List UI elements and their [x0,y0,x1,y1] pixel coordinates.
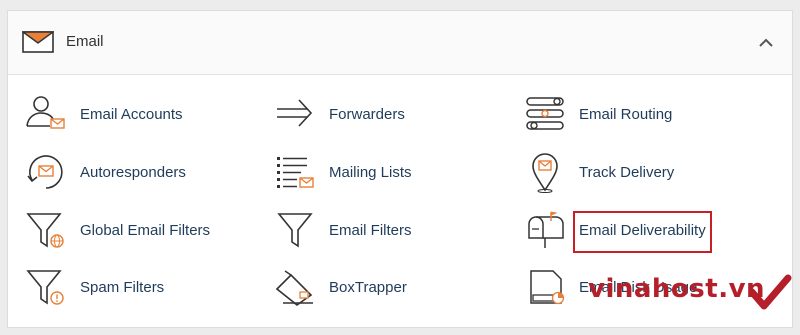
forwarders-label: Forwarders [329,105,405,123]
email-accounts-label: Email Accounts [80,105,183,123]
email-routing-link[interactable]: Email Routing [523,91,672,137]
chevron-up-icon[interactable] [756,33,776,53]
checkmark-logo-icon [748,274,792,310]
mailing-lists-icon [277,157,314,188]
boxtrapper-icon [275,270,313,307]
email-disk-usage-icon [530,270,565,305]
email-accounts-link[interactable]: Email Accounts [24,91,183,137]
section-title: Email [66,33,104,50]
email-deliverability-icon [528,211,564,248]
email-filters-link[interactable]: Email Filters [273,207,412,253]
track-delivery-link[interactable]: Track Delivery [523,149,674,195]
global-email-filters-icon [26,213,64,248]
mailing-lists-label: Mailing Lists [329,163,412,181]
autoresponders-link[interactable]: Autoresponders [24,149,186,195]
email-filters-label: Email Filters [329,221,412,239]
autoresponders-label: Autoresponders [80,163,186,181]
mailing-lists-link[interactable]: Mailing Lists [273,149,412,195]
email-filters-icon [277,213,313,248]
track-delivery-label: Track Delivery [579,163,675,181]
email-routing-label: Email Routing [579,105,673,123]
global-email-filters-label: Global Email Filters [80,221,211,239]
email-deliverability-link[interactable]: Email Deliverability [523,207,706,253]
email-section-header[interactable]: Email [8,11,792,75]
spam-filters-icon [26,270,64,305]
global-email-filters-link[interactable]: Global Email Filters [24,207,210,253]
boxtrapper-link[interactable]: BoxTrapper [273,264,407,310]
forwarders-link[interactable]: Forwarders [273,91,405,137]
email-accounts-icon [26,96,65,129]
autoresponders-icon [27,155,63,189]
spam-filters-label: Spam Filters [80,278,165,296]
forwarders-icon [277,99,313,127]
vinahost-watermark: vinahost.vn [588,274,766,304]
email-routing-icon [526,97,564,130]
spam-filters-link[interactable]: Spam Filters [24,264,164,310]
email-deliverability-label: Email Deliverability [579,221,706,239]
envelope-icon [22,31,54,53]
boxtrapper-label: BoxTrapper [329,278,407,296]
track-delivery-icon [532,153,558,193]
